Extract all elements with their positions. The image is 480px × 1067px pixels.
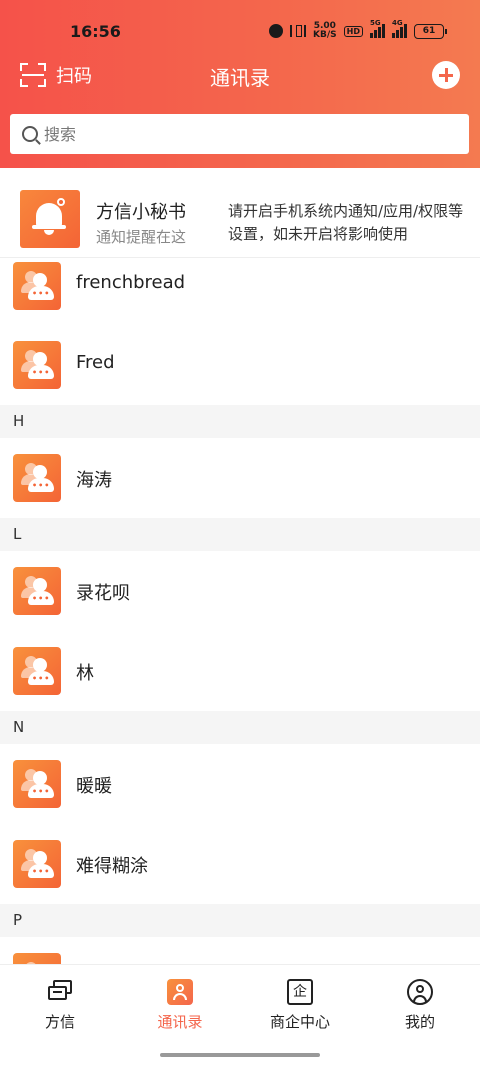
vibrate-icon	[290, 25, 307, 37]
contact-name: Fred	[76, 352, 115, 373]
contact-row[interactable]: ••• 海涛	[0, 438, 480, 518]
section-header: H	[0, 405, 480, 438]
business-icon: 企	[287, 979, 313, 1005]
battery-icon: 61	[414, 23, 447, 39]
avatar: •••	[13, 262, 61, 310]
avatar: •••	[13, 760, 61, 808]
tab-label: 通讯录	[157, 1013, 203, 1031]
notice-subtitle: 通知提醒在这	[96, 228, 187, 246]
avatar: •••	[13, 840, 61, 888]
contact-row[interactable]: ••• 林	[0, 631, 480, 711]
section-header: L	[0, 518, 480, 551]
page-title: 通讯录	[210, 66, 270, 90]
hd-icon: HD	[343, 25, 363, 37]
alarm-icon	[269, 24, 284, 38]
bell-icon	[20, 190, 80, 248]
section-header: P	[0, 904, 480, 937]
status-time: 16:56	[70, 22, 121, 41]
contact-name: 暖暖	[76, 776, 112, 797]
network-speed: 5.00 KB/S	[313, 21, 337, 40]
home-indicator[interactable]	[160, 1053, 320, 1057]
contact-name: 海涛	[76, 470, 112, 491]
search-input[interactable]	[44, 124, 424, 144]
chat-icon	[47, 979, 73, 1005]
status-icons: 5.00 KB/S HD 5G 4G 61	[269, 19, 447, 40]
header: 16:56 5.00 KB/S HD 5G 4G 61 扫码 通讯录	[0, 0, 480, 168]
tab-label: 方信	[44, 1013, 75, 1031]
contact-row[interactable]: ••• 录花呗	[0, 551, 480, 631]
tab-label: 我的	[404, 1013, 435, 1031]
contact-name: 难得糊涂	[76, 856, 148, 877]
notice-message: 请开启手机系统内通知/应用/权限等设置，如未开启将影响使用	[228, 202, 464, 243]
tab-fangxin[interactable]: 方信	[0, 979, 120, 1032]
section-header: N	[0, 711, 480, 744]
contact-name: frenchbread	[76, 272, 186, 293]
avatar: •••	[13, 647, 61, 695]
tab-bar: 方信 通讯录 企 商企中心 我的	[0, 964, 480, 1067]
contact-name: 林	[76, 663, 94, 684]
add-button[interactable]	[432, 61, 460, 89]
contact-row[interactable]: ••• frenchbread	[0, 259, 480, 325]
avatar: •••	[13, 454, 61, 502]
search-bar[interactable]	[10, 114, 469, 154]
contact-row[interactable]: ••• Fred	[0, 325, 480, 405]
search-icon	[22, 126, 38, 142]
notice-title: 方信小秘书	[96, 202, 186, 223]
avatar: •••	[13, 341, 61, 389]
tab-contacts[interactable]: 通讯录	[120, 979, 240, 1032]
status-bar: 16:56 5.00 KB/S HD 5G 4G 61	[0, 0, 480, 62]
avatar: •••	[13, 567, 61, 615]
notification-banner[interactable]: 方信小秘书 通知提醒在这 请开启手机系统内通知/应用/权限等设置，如未开启将影响…	[0, 176, 480, 258]
contact-name: 录花呗	[76, 583, 130, 604]
contacts-icon	[167, 979, 193, 1005]
signal-5g-icon: 5G	[370, 19, 385, 38]
avatar: •••	[13, 953, 61, 964]
signal-4g-icon: 4G	[392, 19, 407, 38]
contact-list[interactable]: ••• frenchbread ••• Fred H ••• 海涛 L ••• …	[0, 259, 480, 964]
contact-row[interactable]: •••	[0, 937, 480, 964]
contact-row[interactable]: ••• 难得糊涂	[0, 824, 480, 904]
tab-business-center[interactable]: 企 商企中心	[240, 979, 360, 1032]
profile-icon	[407, 979, 433, 1005]
tab-profile[interactable]: 我的	[360, 979, 480, 1032]
tab-label: 商企中心	[269, 1013, 330, 1031]
contact-row[interactable]: ••• 暖暖	[0, 744, 480, 824]
